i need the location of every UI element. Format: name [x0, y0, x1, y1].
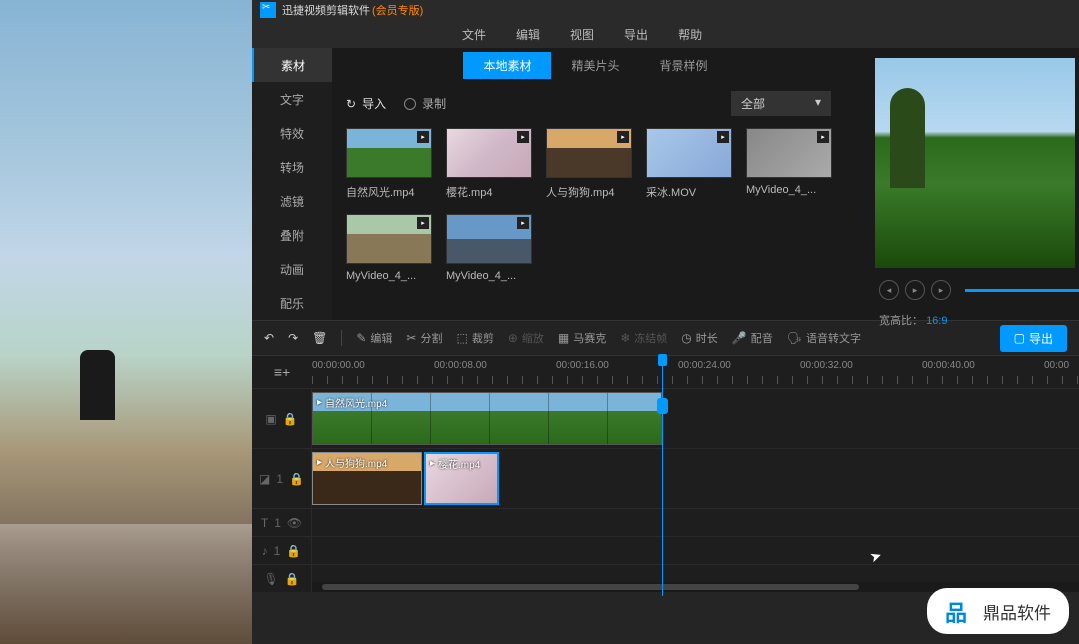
media-item[interactable]: ▸自然风光.mp4 — [346, 128, 432, 200]
time-ruler[interactable]: 00:00:00.00 00:00:08.00 00:00:16.00 00:0… — [312, 356, 1079, 388]
sidebar-transition[interactable]: 转场 — [252, 150, 332, 184]
lock-icon[interactable]: 🔒 — [289, 472, 304, 486]
lock-icon[interactable]: 🔒 — [283, 412, 298, 426]
undo-button[interactable]: ↶ — [264, 331, 274, 345]
audio-track: ♪1🔒 — [252, 536, 1079, 564]
play-icon: ▸ — [417, 217, 429, 229]
export-button[interactable]: ▢导出 — [1000, 325, 1067, 352]
edit-button[interactable]: ✎编辑 — [356, 330, 392, 346]
play-icon: ▸ — [717, 131, 729, 143]
overlay-track-icon: ◪ — [259, 472, 270, 486]
text-track: T1👁 — [252, 508, 1079, 536]
menu-view[interactable]: 视图 — [570, 26, 594, 43]
sidebar-filter[interactable]: 滤镜 — [252, 184, 332, 218]
play-icon: ▸ — [517, 217, 529, 229]
app-edition: (会员专版) — [372, 2, 423, 18]
preview-panel: ◂ ▸ ▸ 宽高比： 16:9 — [859, 48, 1079, 320]
app-icon — [260, 2, 276, 18]
titlebar: 迅捷视频剪辑软件 (会员专版) — [252, 0, 1079, 20]
watermark: 鼎品软件 — [927, 588, 1069, 634]
sidebar: 素材 文字 特效 转场 滤镜 叠附 动画 配乐 — [252, 48, 332, 320]
timeline-clip[interactable]: ▸人与狗狗.mp4 — [312, 452, 422, 505]
sidebar-text[interactable]: 文字 — [252, 82, 332, 116]
sidebar-material[interactable]: 素材 — [252, 48, 332, 82]
sidebar-effects[interactable]: 特效 — [252, 116, 332, 150]
menu-help[interactable]: 帮助 — [678, 26, 702, 43]
tab-local[interactable]: 本地素材 — [463, 52, 551, 79]
aspect-label: 宽高比： — [879, 315, 923, 327]
video-editor-window: 迅捷视频剪辑软件 (会员专版) 文件 编辑 视图 导出 帮助 素材 文字 特效 … — [252, 0, 1079, 644]
freeze-button[interactable]: ❄冻结帧 — [620, 330, 667, 346]
media-item[interactable]: ▸樱花.mp4 — [446, 128, 532, 200]
overlay-track: ◪1🔒 ▸人与狗狗.mp4 ▸樱花.mp4 — [252, 448, 1079, 508]
preview-image[interactable] — [875, 58, 1075, 268]
next-button[interactable]: ▸ — [931, 280, 951, 300]
refresh-icon: ↻ — [346, 97, 356, 111]
text-track-icon: T — [261, 516, 268, 530]
video-track: ▣ 🔒 ▸自然风光.mp4 — [252, 388, 1079, 448]
menu-edit[interactable]: 编辑 — [516, 26, 540, 43]
sidebar-overlay[interactable]: 叠附 — [252, 218, 332, 252]
record-icon — [404, 98, 416, 110]
play-icon: ▸ — [417, 131, 429, 143]
duration-button[interactable]: ◷时长 — [681, 330, 717, 346]
timeline: ≡+ 00:00:00.00 00:00:08.00 00:00:16.00 0… — [252, 356, 1079, 592]
media-item[interactable]: ▸MyVideo_4_... — [446, 214, 532, 282]
mosaic-button[interactable]: ▦马赛克 — [558, 330, 606, 346]
media-item[interactable]: ▸MyVideo_4_... — [746, 128, 832, 200]
desktop-background — [0, 0, 252, 644]
play-icon: ▸ — [517, 131, 529, 143]
play-icon: ▸ — [817, 131, 829, 143]
timeline-clip[interactable]: ▸自然风光.mp4 — [312, 392, 662, 445]
tab-intro[interactable]: 精美片头 — [551, 52, 639, 79]
tab-background[interactable]: 背景样例 — [640, 52, 728, 79]
lock-icon[interactable]: 🔒 — [286, 544, 301, 558]
media-panel: 本地素材 精美片头 背景样例 ↻ 导入 录制 全部 ▾ ▸自然风光 — [332, 48, 859, 320]
app-title: 迅捷视频剪辑软件 — [282, 2, 370, 18]
redo-button[interactable]: ↷ — [288, 331, 298, 345]
timeline-clip-selected[interactable]: ▸樱花.mp4 — [424, 452, 499, 505]
play-button[interactable]: ▸ — [905, 280, 925, 300]
speech-button[interactable]: 🗣语音转文字 — [787, 330, 861, 346]
play-icon: ▸ — [617, 131, 629, 143]
progress-bar[interactable] — [965, 289, 1079, 292]
video-track-icon: ▣ — [265, 412, 276, 426]
sidebar-animation[interactable]: 动画 — [252, 252, 332, 286]
menu-export[interactable]: 导出 — [624, 26, 648, 43]
dub-button[interactable]: 🎤配音 — [732, 330, 773, 346]
delete-button[interactable]: 🗑 — [312, 331, 327, 345]
watermark-icon — [945, 596, 975, 626]
filter-dropdown[interactable]: 全部 ▾ — [731, 91, 831, 116]
audio-track-icon: ♪ — [262, 544, 268, 558]
media-item[interactable]: ▸MyVideo_4_... — [346, 214, 432, 282]
mic-track-icon: 🎙 — [263, 572, 278, 586]
media-item[interactable]: ▸人与狗狗.mp4 — [546, 128, 632, 200]
menubar: 文件 编辑 视图 导出 帮助 — [252, 20, 1079, 48]
media-grid: ▸自然风光.mp4 ▸樱花.mp4 ▸人与狗狗.mp4 ▸采冰.MOV ▸MyV… — [332, 128, 859, 282]
playhead[interactable] — [662, 356, 663, 596]
split-button[interactable]: ✂分割 — [406, 330, 442, 346]
crop-button[interactable]: ⬚裁剪 — [456, 330, 493, 346]
record-button[interactable]: 录制 — [404, 95, 446, 112]
zoom-button[interactable]: ⊕缩放 — [508, 330, 544, 346]
lock-icon[interactable]: 🔒 — [285, 572, 300, 586]
aspect-value[interactable]: 16:9 — [926, 315, 947, 327]
add-track-button[interactable]: ≡+ — [252, 356, 312, 388]
import-button[interactable]: ↻ 导入 — [346, 95, 386, 112]
menu-file[interactable]: 文件 — [462, 26, 486, 43]
media-item[interactable]: ▸采冰.MOV — [646, 128, 732, 200]
chevron-down-icon: ▾ — [815, 95, 821, 112]
eye-icon[interactable]: 👁 — [287, 516, 302, 530]
watermark-text: 鼎品软件 — [983, 599, 1051, 624]
sidebar-music[interactable]: 配乐 — [252, 286, 332, 320]
prev-button[interactable]: ◂ — [879, 280, 899, 300]
